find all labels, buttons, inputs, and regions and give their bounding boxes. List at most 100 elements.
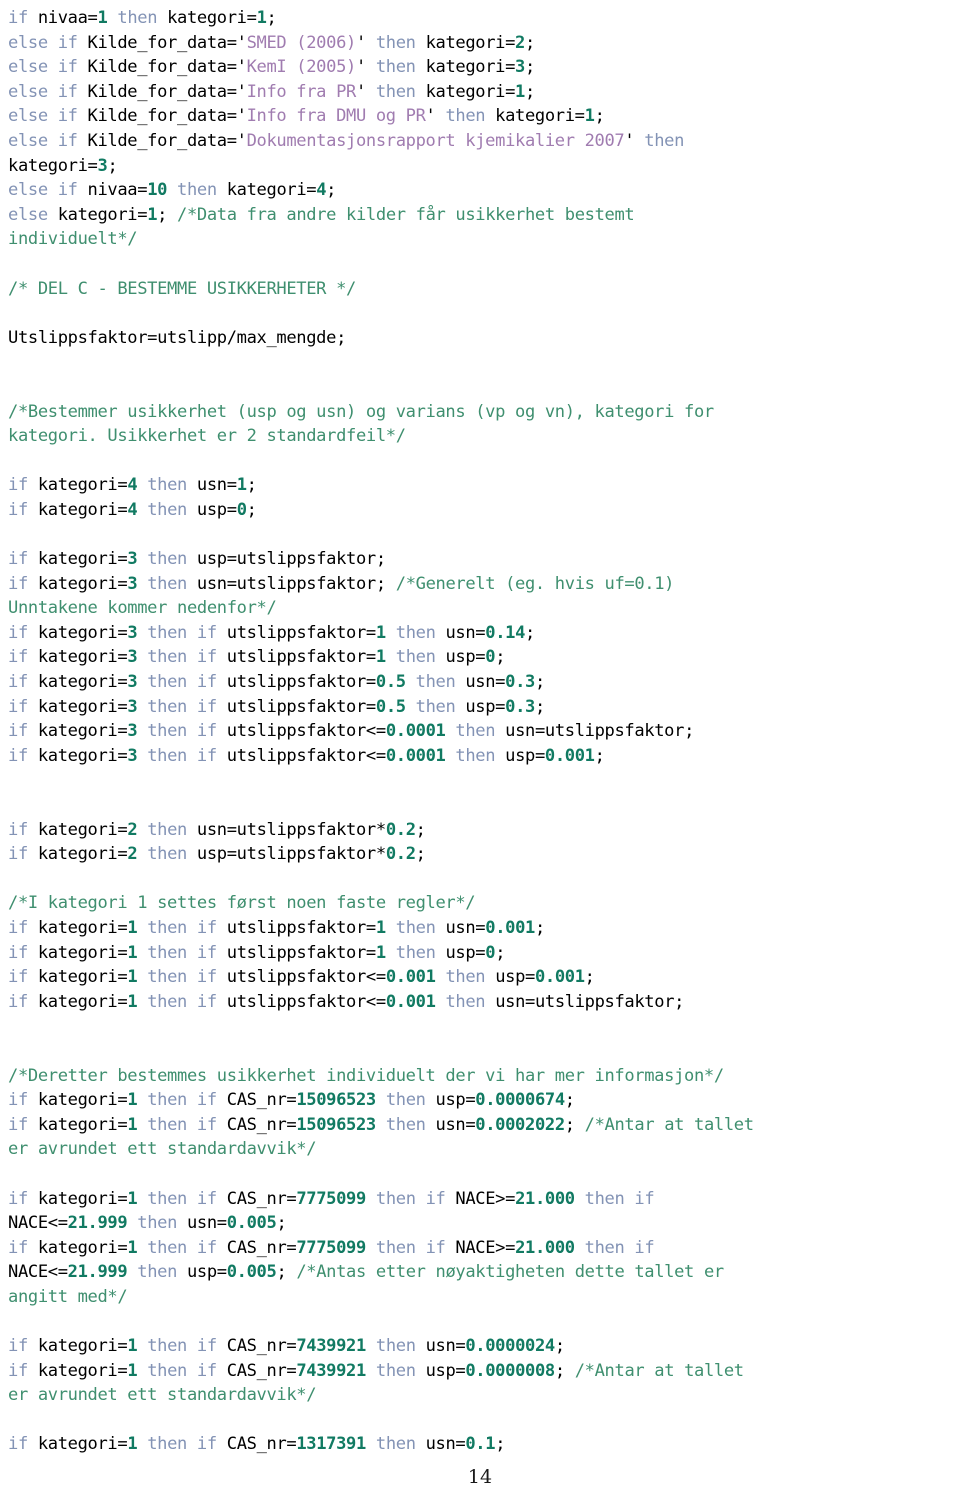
code-token-kw: else if bbox=[8, 57, 88, 78]
code-token-num: 1 bbox=[375, 622, 386, 643]
code-token-num: 1 bbox=[127, 1360, 138, 1381]
code-token-pln: usn=utslippsfaktor; bbox=[196, 573, 396, 594]
code-token-num: 3 bbox=[127, 721, 138, 742]
code-token-num: 0.5 bbox=[375, 672, 406, 693]
code-token-pln: usn= bbox=[425, 1434, 466, 1455]
code-token-str: Info fra DMU og PR bbox=[246, 106, 426, 127]
code-line: if kategori=3 then if utslippsfaktor=0.5… bbox=[0, 670, 960, 695]
code-token-num: 10 bbox=[147, 180, 168, 201]
code-line: if kategori=2 then usn=utslippsfaktor*0.… bbox=[0, 818, 960, 843]
code-token-num: 0.3 bbox=[505, 672, 535, 693]
code-token-num: 4 bbox=[127, 475, 138, 496]
code-token-str: Info fra PR bbox=[246, 81, 357, 102]
code-token-pln: ; bbox=[525, 57, 535, 78]
code-token-pln: ; bbox=[594, 106, 605, 127]
code-token-pln: ; bbox=[246, 475, 257, 496]
code-token-pln: ; bbox=[525, 32, 535, 53]
code-token-cmt: /*Antar at tallet bbox=[584, 1114, 754, 1135]
code-line: if kategori=3 then usn=utslippsfaktor; /… bbox=[0, 572, 960, 597]
code-token-kw: if bbox=[8, 917, 38, 938]
code-token-num: 21.999 bbox=[67, 1262, 128, 1283]
code-token-num: 0.005 bbox=[226, 1213, 277, 1234]
code-line: if kategori=1 then if CAS_nr=1317391 the… bbox=[0, 1432, 960, 1457]
code-token-pln: kategori= bbox=[37, 549, 128, 570]
code-token-pln: kategori= bbox=[37, 721, 128, 742]
code-token-pln: kategori= bbox=[37, 991, 128, 1012]
code-token-pln: CAS_nr= bbox=[226, 1188, 297, 1209]
code-line: if kategori=1 then if utslippsfaktor=1 t… bbox=[0, 916, 960, 941]
code-token-pln: usp=utslippsfaktor* bbox=[196, 844, 386, 865]
code-token-pln: ' bbox=[355, 32, 366, 53]
code-line: NACE<=21.999 then usn=0.005; bbox=[0, 1211, 960, 1236]
code-token-kw: if bbox=[8, 573, 38, 594]
code-line: Utslippsfaktor=utslipp/max_mengde; bbox=[0, 326, 960, 351]
code-token-kw: then bbox=[127, 1262, 187, 1283]
code-token-num: 7775099 bbox=[296, 1237, 366, 1258]
code-token-kw: then bbox=[365, 81, 426, 102]
code-token-kw: then bbox=[137, 499, 197, 520]
code-token-cmt: Unntakene kommer nedenfor*/ bbox=[8, 598, 277, 619]
code-token-pln: ; bbox=[415, 819, 426, 840]
code-token-pln: utslippsfaktor<= bbox=[226, 967, 386, 988]
code-line: if kategori=3 then if utslippsfaktor=1 t… bbox=[0, 645, 960, 670]
code-token-pln: usn= bbox=[445, 917, 486, 938]
code-token-pln: ; bbox=[584, 967, 595, 988]
code-token-pln: kategori= bbox=[37, 1090, 128, 1111]
code-token-kw: then if bbox=[137, 647, 227, 668]
code-line: else if Kilde_for_data='Info fra PR' the… bbox=[0, 80, 960, 105]
code-token-pln: Kilde_for_data=' bbox=[87, 130, 247, 151]
code-token-pln: ; bbox=[554, 1336, 565, 1357]
code-token-kw: if bbox=[8, 745, 38, 766]
code-token-num: 3 bbox=[127, 549, 138, 570]
code-token-kw: if bbox=[8, 1360, 38, 1381]
code-token-kw: then bbox=[375, 1090, 436, 1111]
code-token-pln: usp= bbox=[505, 745, 545, 766]
code-token-num: 1 bbox=[375, 942, 386, 963]
code-token-pln: nivaa= bbox=[37, 8, 98, 28]
code-token-num: 3 bbox=[127, 745, 138, 766]
code-token-num: 0.5 bbox=[375, 696, 406, 717]
code-token-pln: CAS_nr= bbox=[226, 1336, 297, 1357]
code-token-num: 3 bbox=[127, 573, 138, 594]
code-line: if kategori=3 then if utslippsfaktor=0.5… bbox=[0, 695, 960, 720]
code-token-num: 1 bbox=[127, 1188, 138, 1209]
code-token-pln: usn=utslippsfaktor; bbox=[495, 991, 685, 1012]
code-token-pln: ' bbox=[624, 130, 635, 151]
code-token-num: 1 bbox=[375, 917, 386, 938]
code-line: if kategori=1 then if CAS_nr=15096523 th… bbox=[0, 1088, 960, 1113]
code-token-pln: kategori= bbox=[37, 499, 128, 520]
code-token-kw: if bbox=[8, 1336, 38, 1357]
code-token-pln: utslippsfaktor= bbox=[226, 696, 376, 717]
code-token-kw: then bbox=[405, 696, 466, 717]
code-token-num: 1 bbox=[127, 942, 138, 963]
code-token-kw: if bbox=[8, 1114, 38, 1135]
code-token-num: 3 bbox=[127, 622, 138, 643]
code-line: else if nivaa=10 then kategori=4; bbox=[0, 178, 960, 203]
code-token-num: 0.0000024 bbox=[465, 1336, 555, 1357]
code-line: if kategori=1 then if CAS_nr=7775099 the… bbox=[0, 1236, 960, 1261]
code-token-pln: CAS_nr= bbox=[226, 1434, 297, 1455]
code-token-kw: if bbox=[8, 475, 38, 496]
code-token-kw: then bbox=[167, 180, 227, 201]
code-token-num: 0.14 bbox=[485, 622, 526, 643]
code-token-pln: usn=utslippsfaktor* bbox=[196, 819, 386, 840]
code-token-pln: kategori= bbox=[495, 106, 585, 127]
code-token-pln: kategori= bbox=[37, 1336, 128, 1357]
code-line: angitt med*/ bbox=[0, 1285, 960, 1310]
code-token-kw: if bbox=[8, 967, 38, 988]
code-token-num: 3 bbox=[127, 696, 138, 717]
code-token-kw: then bbox=[365, 32, 426, 53]
code-token-kw: then if bbox=[137, 1336, 227, 1357]
code-token-cmt: /*Generelt (eg. hvis uf=0.1) bbox=[395, 573, 675, 594]
code-token-pln: nivaa= bbox=[87, 180, 148, 201]
code-token-kw: else if bbox=[8, 106, 88, 127]
code-token-kw: then if bbox=[137, 1237, 227, 1258]
code-token-kw: if bbox=[8, 819, 38, 840]
code-token-kw: if bbox=[8, 8, 38, 28]
code-line: if kategori=1 then if CAS_nr=7775099 the… bbox=[0, 1187, 960, 1212]
code-token-pln: ; bbox=[246, 499, 257, 520]
code-token-pln: kategori= bbox=[37, 622, 128, 643]
